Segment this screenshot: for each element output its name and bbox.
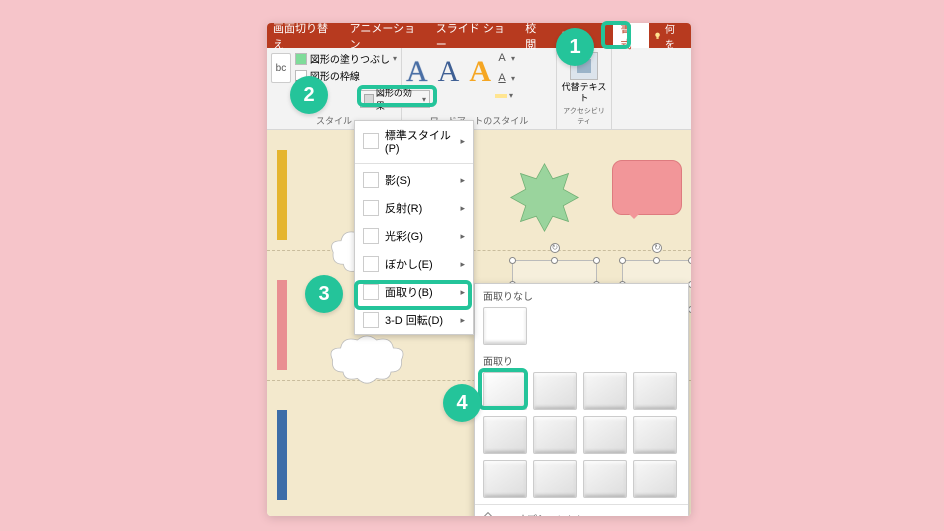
bevel-3d-options[interactable]: 3-D オプション(O)... bbox=[475, 504, 688, 516]
tab-format[interactable]: 書式 bbox=[613, 23, 649, 48]
resize-handle[interactable] bbox=[688, 257, 691, 264]
rotate-handle[interactable] bbox=[550, 243, 560, 253]
annotation-marker-1: 1 bbox=[556, 28, 594, 66]
alt-text-label: 代替テキスト bbox=[561, 82, 607, 104]
wordart-preset-3[interactable]: A bbox=[469, 55, 491, 89]
annotation-marker-2: 2 bbox=[290, 76, 328, 114]
chevron-right-icon: ▸ bbox=[460, 231, 465, 242]
swatch-icon bbox=[363, 133, 379, 149]
resize-handle[interactable] bbox=[619, 257, 626, 264]
text-outline-button[interactable]: A ▾ bbox=[495, 71, 515, 85]
shape-effects-button[interactable]: 図形の効果 ▾ bbox=[360, 90, 430, 108]
bevel-option[interactable] bbox=[483, 416, 527, 454]
effects-preset[interactable]: 標準スタイル(P)▸ bbox=[355, 121, 473, 161]
diamond-icon bbox=[481, 511, 495, 516]
color-strip-1 bbox=[277, 150, 287, 240]
star-shape[interactable] bbox=[507, 160, 582, 235]
swatch-icon bbox=[363, 256, 379, 272]
text-outline-icon: A bbox=[495, 71, 509, 85]
wordart-styles-group: A A A A ▾ A ▾ ▾ bbox=[402, 48, 557, 129]
bevel-gallery: 面取りなし 面取り 3-D オプション(O)... bbox=[474, 283, 689, 516]
bevel-none-label: 面取りなし bbox=[475, 284, 688, 307]
chevron-down-icon: ▾ bbox=[393, 54, 397, 63]
bevel-option[interactable] bbox=[533, 372, 577, 410]
effects-bevel[interactable]: 面取り(B)▸ bbox=[355, 278, 473, 306]
chevron-right-icon: ▸ bbox=[460, 315, 465, 326]
chevron-right-icon: ▸ bbox=[460, 175, 465, 186]
bevel-option[interactable] bbox=[633, 416, 677, 454]
bevel-option[interactable] bbox=[583, 460, 627, 498]
effects-soft-edges[interactable]: ぼかし(E)▸ bbox=[355, 250, 473, 278]
color-strip-2 bbox=[277, 280, 287, 370]
chevron-down-icon: ▾ bbox=[509, 91, 513, 100]
bevel-option[interactable] bbox=[533, 460, 577, 498]
shape-effects-menu: 標準スタイル(P)▸ 影(S)▸ 反射(R)▸ 光彩(G)▸ ぼかし(E)▸ 面… bbox=[354, 120, 474, 335]
bevel-option[interactable] bbox=[583, 372, 627, 410]
swatch-icon bbox=[363, 312, 379, 328]
bevel-grid bbox=[475, 372, 688, 498]
swatch-icon bbox=[363, 200, 379, 216]
resize-handle[interactable] bbox=[509, 257, 516, 264]
effects-shadow[interactable]: 影(S)▸ bbox=[355, 166, 473, 194]
annotation-marker-3: 3 bbox=[305, 275, 343, 313]
effects-glow[interactable]: 光彩(G)▸ bbox=[355, 222, 473, 250]
resize-handle[interactable] bbox=[551, 257, 558, 264]
swatch-icon bbox=[363, 284, 379, 300]
swatch-icon bbox=[363, 172, 379, 188]
tell-me[interactable]: 何を bbox=[649, 23, 687, 51]
bevel-option[interactable] bbox=[583, 416, 627, 454]
bevel-option[interactable] bbox=[633, 372, 677, 410]
fill-icon bbox=[295, 53, 307, 65]
effects-3d-rotation[interactable]: 3-D 回転(D)▸ bbox=[355, 306, 473, 334]
tab-transition[interactable]: 画面切り替え bbox=[271, 23, 342, 48]
chevron-right-icon: ▸ bbox=[460, 287, 465, 298]
bevel-option[interactable] bbox=[483, 372, 527, 410]
tab-slideshow[interactable]: スライド ショー bbox=[428, 23, 517, 48]
powerpoint-window: 画面切り替え アニメーション スライド ショー 校閲 表 書式 何を bc 図形… bbox=[267, 23, 691, 516]
chevron-right-icon: ▸ bbox=[460, 203, 465, 214]
chevron-right-icon: ▸ bbox=[460, 136, 465, 147]
effects-reflection[interactable]: 反射(R)▸ bbox=[355, 194, 473, 222]
wordart-preset-1[interactable]: A bbox=[406, 55, 428, 89]
bevel-none[interactable] bbox=[483, 307, 527, 345]
bevel-section-label: 面取り bbox=[475, 349, 688, 372]
shape-fill-button[interactable]: 図形の塗りつぶし ▾ bbox=[295, 51, 397, 66]
chevron-down-icon: ▾ bbox=[511, 74, 515, 83]
bevel-option[interactable] bbox=[533, 416, 577, 454]
lightbulb-icon bbox=[653, 31, 662, 41]
annotation-marker-4: 4 bbox=[443, 384, 481, 422]
bevel-option[interactable] bbox=[633, 460, 677, 498]
tab-animations[interactable]: アニメーション bbox=[342, 23, 428, 48]
chevron-down-icon: ▾ bbox=[422, 95, 426, 104]
resize-handle[interactable] bbox=[653, 257, 660, 264]
rotate-handle[interactable] bbox=[652, 243, 662, 253]
swatch-icon bbox=[363, 228, 379, 244]
callout-shape[interactable] bbox=[612, 160, 682, 215]
text-highlight-button[interactable]: ▾ bbox=[495, 91, 515, 100]
effects-icon bbox=[364, 94, 374, 104]
ribbon-tabs: 画面切り替え アニメーション スライド ショー 校閲 表 書式 何を bbox=[267, 23, 691, 48]
text-fill-icon: A bbox=[495, 51, 509, 65]
resize-handle[interactable] bbox=[593, 257, 600, 264]
shape-style-gallery[interactable]: bc bbox=[271, 53, 291, 83]
menu-separator bbox=[355, 163, 473, 164]
highlight-icon bbox=[495, 94, 507, 98]
group-label-accessibility: アクセシビリティ bbox=[561, 106, 607, 126]
chevron-right-icon: ▸ bbox=[460, 259, 465, 270]
chevron-down-icon: ▾ bbox=[511, 54, 515, 63]
bevel-option[interactable] bbox=[483, 460, 527, 498]
wordart-gallery[interactable]: A A A bbox=[406, 51, 491, 89]
cloud-shape-2[interactable] bbox=[327, 330, 407, 390]
ribbon-body: bc 図形の塗りつぶし ▾ 図形の枠線 スタイル A bbox=[267, 48, 691, 130]
text-fill-button[interactable]: A ▾ bbox=[495, 51, 515, 65]
tab-review[interactable]: 校閲 bbox=[517, 23, 553, 48]
color-strip-3 bbox=[277, 410, 287, 500]
wordart-preset-2[interactable]: A bbox=[438, 55, 460, 89]
